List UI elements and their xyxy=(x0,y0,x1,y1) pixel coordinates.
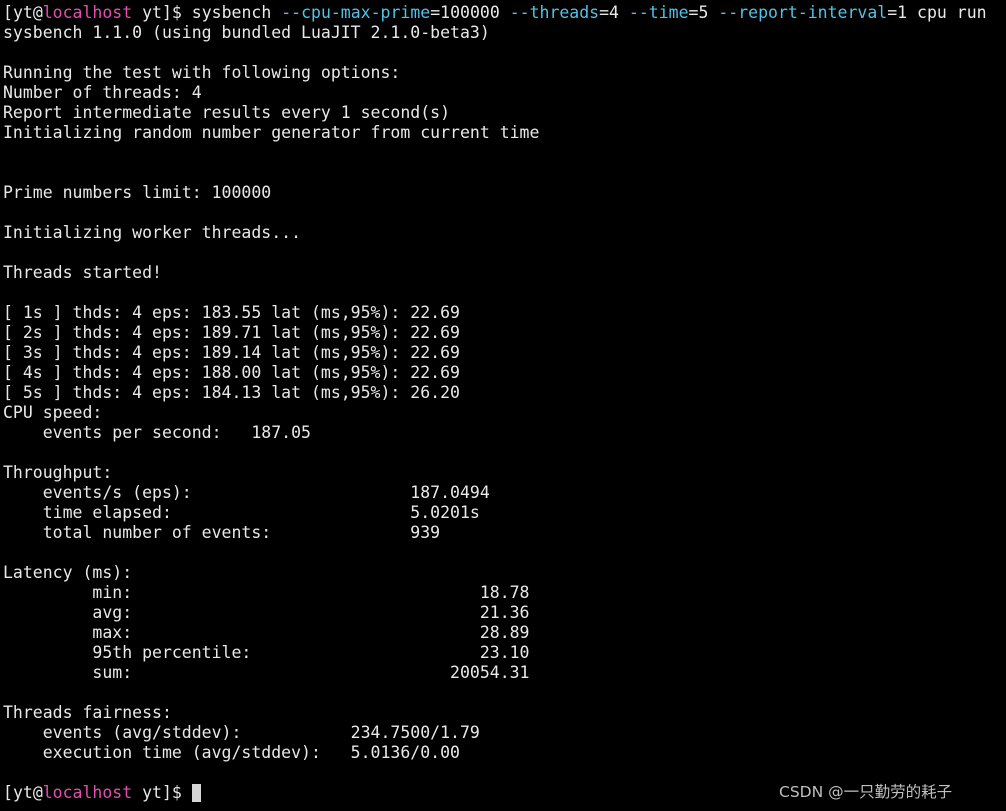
output-line: max: 28.89 xyxy=(3,623,530,642)
command-name: sysbench xyxy=(191,3,272,22)
output-line: Threads started! xyxy=(3,263,162,282)
value-cpu-max-prime: 100000 xyxy=(440,3,500,22)
output-line: avg: 21.36 xyxy=(3,603,530,622)
flag-cpu-max-prime: --cpu-max-prime xyxy=(281,3,431,22)
output-line: execution time (avg/stddev): 5.0136/0.00 xyxy=(3,743,460,762)
value-report-interval: 1 xyxy=(897,3,908,22)
output-line: [ 3s ] thds: 4 eps: 189.14 lat (ms,95%):… xyxy=(3,343,460,362)
output-line: events/s (eps): 187.0494 xyxy=(3,483,490,502)
flag-report-interval: --report-interval xyxy=(718,3,888,22)
output-line: Threads fairness: xyxy=(3,703,172,722)
output-line: [ 4s ] thds: 4 eps: 188.00 lat (ms,95%):… xyxy=(3,363,460,382)
output-line: Initializing worker threads... xyxy=(3,223,302,242)
text-cursor xyxy=(191,784,201,802)
value-threads: 4 xyxy=(609,3,619,22)
flag-time: --time xyxy=(628,3,689,22)
prompt-cwd: yt xyxy=(142,3,162,22)
value-time: 5 xyxy=(698,3,709,22)
output-line: 95th percentile: 23.10 xyxy=(3,643,530,662)
prompt-at: @ xyxy=(32,783,43,802)
output-line: events (avg/stddev): 234.7500/1.79 xyxy=(3,723,480,742)
output-line: Throughput: xyxy=(3,463,113,482)
output-line: Number of threads: 4 xyxy=(3,83,202,102)
prompt-host: localhost xyxy=(42,3,133,22)
output-line: min: 18.78 xyxy=(3,583,530,602)
prompt-user: yt xyxy=(12,783,33,802)
prompt-host: localhost xyxy=(42,783,133,802)
prompt-user: yt xyxy=(12,3,33,22)
command-line: [yt@localhost yt]$ sysbench --cpu-max-pr… xyxy=(3,3,987,22)
output-line: [ 5s ] thds: 4 eps: 184.13 lat (ms,95%):… xyxy=(3,383,460,402)
output-line: Initializing random number generator fro… xyxy=(3,123,540,142)
output-line: Report intermediate results every 1 seco… xyxy=(3,103,451,122)
output-line: Prime numbers limit: 100000 xyxy=(3,183,272,202)
output-line: [ 2s ] thds: 4 eps: 189.71 lat (ms,95%):… xyxy=(3,323,460,342)
prompt-cwd: yt xyxy=(142,783,162,802)
output-line: events per second: 187.05 xyxy=(3,423,311,442)
prompt-at: @ xyxy=(32,3,43,22)
terminal-output: sysbench 1.1.0 (using bundled LuaJIT 2.1… xyxy=(3,23,1006,783)
flag-threads: --threads xyxy=(509,3,600,22)
command-args: cpu run xyxy=(917,3,987,22)
watermark: CSDN @一只勤劳的耗子 xyxy=(779,783,953,801)
output-line: time elapsed: 5.0201s xyxy=(3,503,480,522)
output-line: Latency (ms): xyxy=(3,563,133,582)
output-line: total number of events: 939 xyxy=(3,523,441,542)
output-line: CPU speed: xyxy=(3,403,103,422)
output-line: sum: 20054.31 xyxy=(3,663,530,682)
output-line: Running the test with following options: xyxy=(3,63,401,82)
terminal-window[interactable]: [yt@localhost yt]$ sysbench --cpu-max-pr… xyxy=(3,3,1006,811)
output-line: [ 1s ] thds: 4 eps: 183.55 lat (ms,95%):… xyxy=(3,303,460,322)
output-line: sysbench 1.1.0 (using bundled LuaJIT 2.1… xyxy=(3,23,490,42)
